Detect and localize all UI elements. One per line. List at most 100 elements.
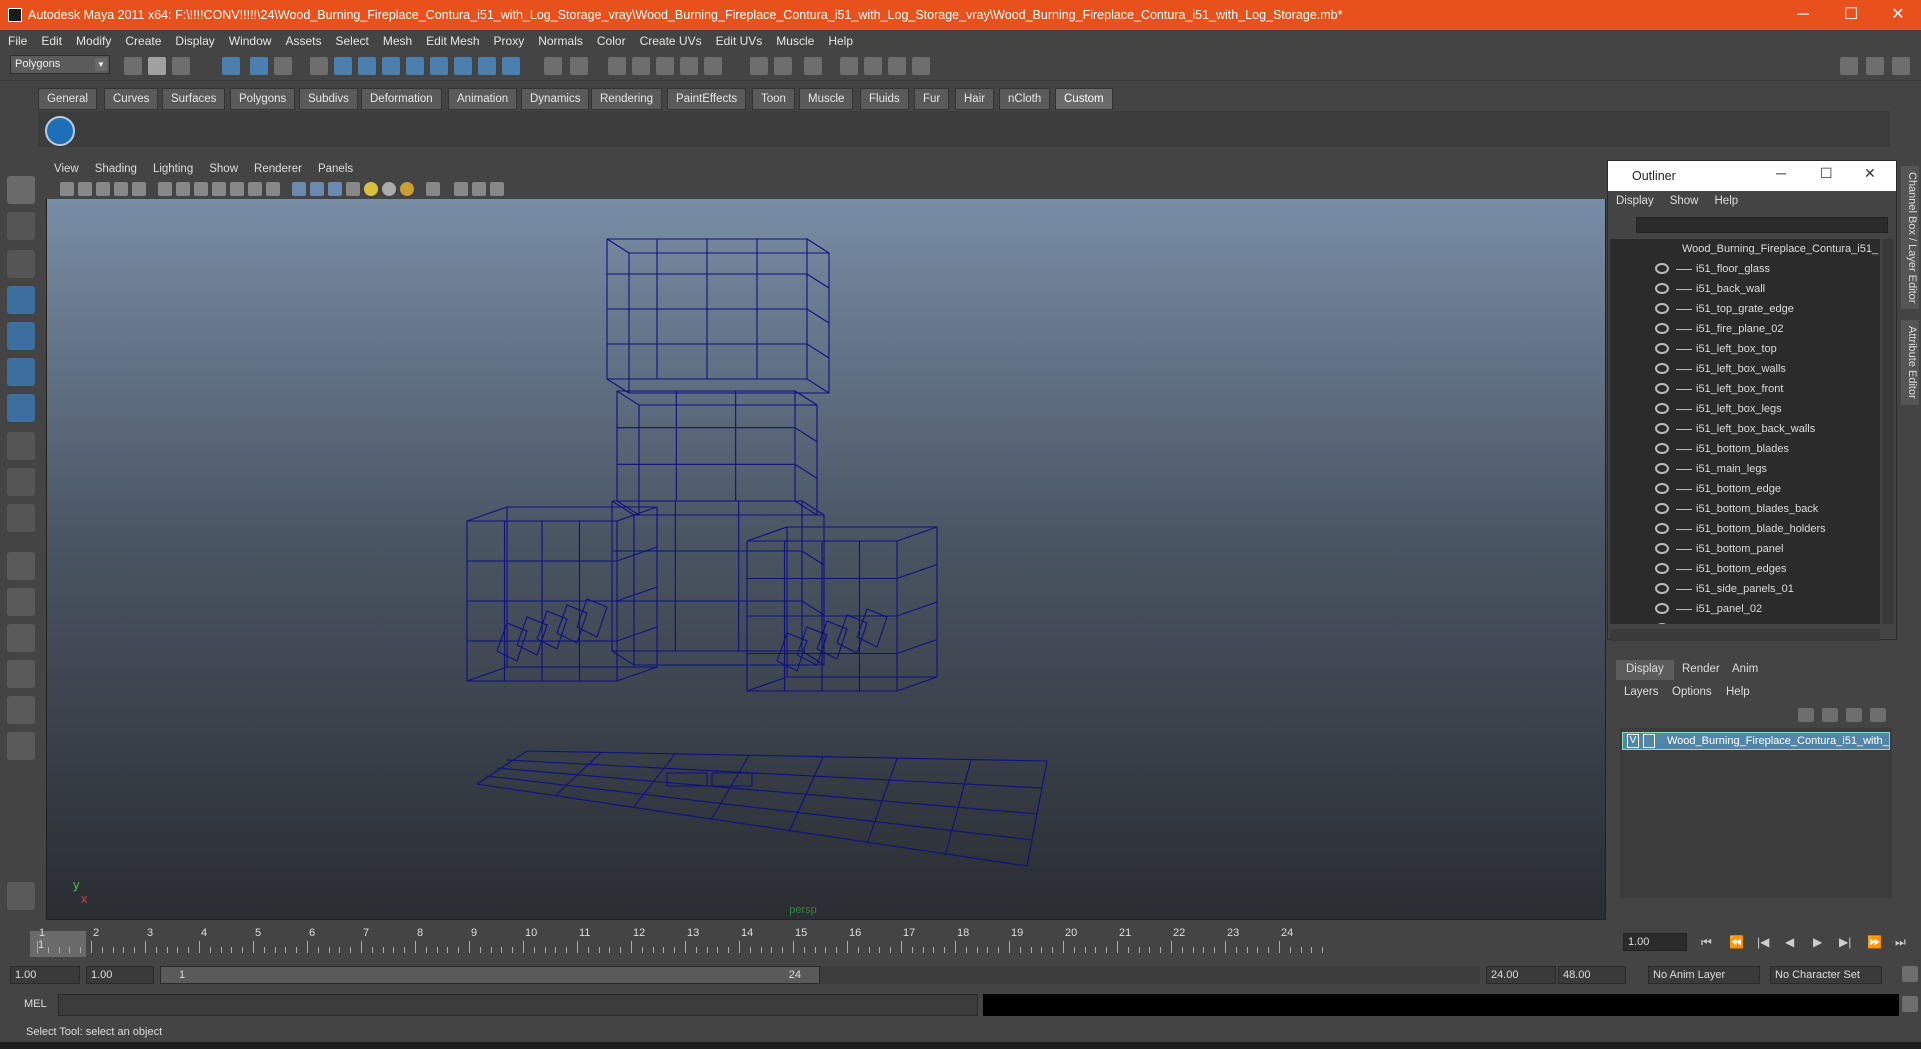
highlight-selection-icon[interactable]	[570, 57, 588, 75]
animation-preferences-icon[interactable]	[1902, 966, 1918, 982]
shelf-tab-curves[interactable]: Curves	[104, 88, 159, 110]
viewport-menu-shading[interactable]: Shading	[87, 160, 145, 175]
select-object-icon[interactable]	[250, 57, 268, 75]
shadows-icon[interactable]	[400, 182, 414, 196]
minimize-button[interactable]: ─	[1780, 0, 1826, 30]
menu-window[interactable]: Window	[221, 30, 278, 48]
shelf-tab-toon[interactable]: Toon	[752, 88, 795, 110]
outliner-root-item[interactable]: Wood_Burning_Fireplace_Contura_i51_	[1610, 239, 1880, 259]
outliner-item[interactable]: i51_left_box_top	[1610, 339, 1880, 359]
shelf-tab-muscle[interactable]: Muscle	[799, 88, 854, 110]
range-slider[interactable]: 1 24	[160, 966, 820, 984]
select-tool-icon[interactable]	[7, 176, 35, 204]
layer-visibility-toggle[interactable]: V	[1627, 734, 1639, 748]
last-tool-icon[interactable]	[7, 504, 35, 532]
viewport-menu-show[interactable]: Show	[201, 160, 246, 175]
mode-selector[interactable]: Polygons ▼	[10, 55, 110, 74]
outliner-item[interactable]: i51_left_box_legs	[1610, 399, 1880, 419]
layout-four-icon[interactable]	[7, 588, 35, 616]
isolate-select-icon[interactable]	[426, 182, 440, 196]
step-forward-key-icon[interactable]: ⏩	[1867, 935, 1882, 949]
current-time-field[interactable]: 1.00	[1623, 933, 1687, 951]
outliner-item[interactable]: i51_bottom_blades	[1610, 439, 1880, 459]
outliner-item[interactable]: i51_bottom_edges	[1610, 559, 1880, 579]
wireframe-shading-icon[interactable]	[292, 182, 306, 196]
mel-command-input[interactable]	[58, 994, 978, 1016]
lasso-tool-icon[interactable]	[7, 212, 35, 240]
paint-select-tool-icon[interactable]	[7, 250, 35, 278]
mel-label[interactable]: MEL	[24, 998, 47, 1010]
shelf-tab-painteffects[interactable]: PaintEffects	[667, 88, 747, 110]
render-frame-icon[interactable]	[840, 57, 858, 75]
snap-view-plane-icon[interactable]	[680, 57, 698, 75]
hypershade-icon[interactable]	[912, 57, 930, 75]
outliner-item[interactable]: i51_back_wall	[1610, 279, 1880, 299]
tab-attribute-editor[interactable]: Attribute Editor	[1901, 320, 1919, 405]
outliner-minimize-button[interactable]: ─	[1776, 165, 1786, 181]
outliner-item[interactable]: i51_panel_02	[1610, 599, 1880, 619]
shelf-tab-surfaces[interactable]: Surfaces	[162, 88, 226, 110]
go-to-start-icon[interactable]: ⏮	[1701, 935, 1712, 950]
menu-edit-uvs[interactable]: Edit UVs	[708, 30, 769, 48]
outliner-item[interactable]: i51_bottom_panel	[1610, 539, 1880, 559]
outliner-item[interactable]: i51_top_grate_edge	[1610, 299, 1880, 319]
animation-end-field[interactable]: 48.00	[1558, 966, 1626, 984]
menu-proxy[interactable]: Proxy	[486, 30, 531, 48]
default-lighting-icon[interactable]	[364, 182, 378, 196]
tab-channel-box-layer-editor[interactable]: Channel Box / Layer Editor	[1901, 166, 1919, 310]
layer-row[interactable]: V Wood_Burning_Fireplace_Contura_i51_wit…	[1622, 732, 1890, 750]
layout-outliner-icon[interactable]	[7, 624, 35, 652]
viewport-menu-panels[interactable]: Panels	[310, 160, 361, 175]
outliner-menu-help[interactable]: Help	[1707, 191, 1747, 207]
time-slider[interactable]: 1 2 3 4 5 6 7 8 9 10 11 12 13 14 15 16 17 18 19 20 21 22 23 24 1	[0, 925, 1621, 959]
menu-mesh[interactable]: Mesh	[375, 30, 418, 48]
select-deformations-icon[interactable]	[430, 57, 448, 75]
shelf-tab-dynamics[interactable]: Dynamics	[521, 88, 590, 110]
outliner-item[interactable]: i51_floor_glass	[1610, 259, 1880, 279]
show-manipulator-icon[interactable]	[7, 468, 35, 496]
input-ops-icon[interactable]	[750, 57, 768, 75]
camera-select-icon[interactable]	[60, 182, 74, 196]
outliner-vertical-scrollbar[interactable]	[1882, 239, 1894, 624]
layout-hypershade-icon[interactable]	[7, 696, 35, 724]
maximize-button[interactable]: ☐	[1828, 0, 1874, 30]
outliner-item[interactable]: i51_main_legs	[1610, 459, 1880, 479]
gate-mask-icon[interactable]	[212, 182, 226, 196]
layer-tab-display[interactable]: Display	[1616, 660, 1674, 680]
safe-title-icon[interactable]	[266, 182, 280, 196]
shelf-tab-polygons[interactable]: Polygons	[230, 88, 296, 110]
lock-selection-icon[interactable]	[544, 57, 562, 75]
checkmark-icon[interactable]	[45, 116, 75, 146]
layer-menu-help[interactable]: Help	[1726, 686, 1750, 698]
menu-display[interactable]: Display	[167, 30, 220, 48]
camera-attributes-icon[interactable]	[78, 182, 92, 196]
menu-create-uvs[interactable]: Create UVs	[632, 30, 708, 48]
menu-select[interactable]: Select	[327, 30, 374, 48]
outliner-item[interactable]: i51_left_box_walls	[1610, 359, 1880, 379]
new-layer-selected-icon[interactable]	[1870, 708, 1886, 722]
outliner-item[interactable]: i51_bottom_blade_holders	[1610, 519, 1880, 539]
select-rendering-icon[interactable]	[478, 57, 496, 75]
safe-action-icon[interactable]	[248, 182, 262, 196]
shelf-tab-subdivs[interactable]: Subdivs	[299, 88, 358, 110]
shelf-tab-rendering[interactable]: Rendering	[591, 88, 663, 110]
menu-normals[interactable]: Normals	[530, 30, 589, 48]
outliner-item[interactable]: i51_fire_plane_02	[1610, 319, 1880, 339]
select-curves-icon[interactable]	[382, 57, 400, 75]
outliner-item[interactable]: i51_bottom_blades_back	[1610, 499, 1880, 519]
soft-modification-icon[interactable]	[7, 432, 35, 460]
two-d-pan-icon[interactable]	[132, 182, 146, 196]
construction-history-icon[interactable]	[804, 57, 822, 75]
layout-dope-icon[interactable]	[7, 732, 35, 760]
perspective-viewport[interactable]: persp y x	[46, 160, 1606, 920]
output-ops-icon[interactable]	[774, 57, 792, 75]
shelf-tab-ncloth[interactable]: nCloth	[999, 88, 1051, 110]
layer-menu-options[interactable]: Options	[1672, 686, 1712, 698]
playback-start-field[interactable]: 1.00	[86, 966, 154, 984]
viewport-menu-view[interactable]: View	[46, 160, 87, 175]
menu-muscle[interactable]: Muscle	[768, 30, 820, 48]
pick-mask-icon[interactable]	[310, 57, 328, 75]
menu-help[interactable]: Help	[820, 30, 859, 48]
outliner-close-button[interactable]: ✕	[1864, 165, 1876, 182]
select-joints-icon[interactable]	[358, 57, 376, 75]
